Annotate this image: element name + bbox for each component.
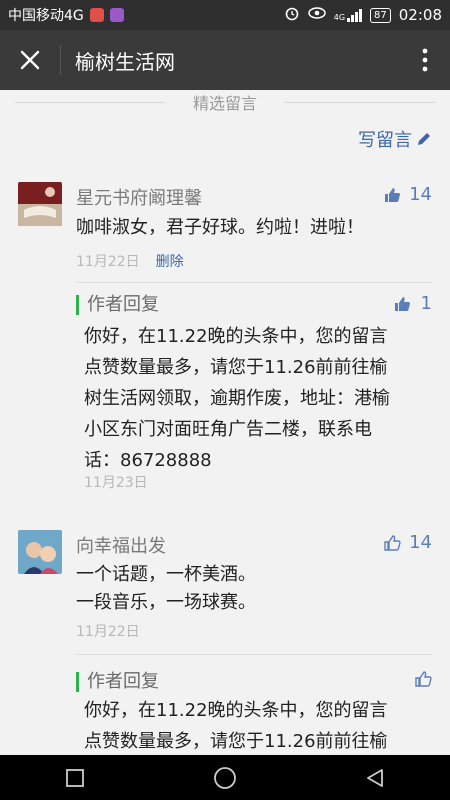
- signal-icon: 4G: [334, 8, 363, 22]
- like-count: 14: [409, 532, 432, 553]
- reply-date: 11月23日: [84, 475, 148, 491]
- like-button[interactable]: 14: [383, 184, 432, 205]
- thumbs-up-outline-icon: [384, 534, 401, 551]
- close-button[interactable]: [0, 30, 60, 90]
- comment-author: 星元书府阚理馨: [76, 188, 202, 209]
- pencil-icon: [418, 133, 430, 145]
- reply-line: 小区东门对面旺角广告二楼，联系电: [84, 419, 372, 440]
- reply-meta: 11月23日: [84, 472, 148, 492]
- section-title: 精选留言: [0, 90, 450, 113]
- write-comment-button[interactable]: 写留言: [358, 126, 432, 152]
- battery-icon: 87: [370, 7, 391, 23]
- thumbs-up-icon: [385, 187, 401, 202]
- author-reply-label: 作者回复: [76, 672, 159, 692]
- write-comment-label: 写留言: [358, 130, 412, 151]
- comment-author: 向幸福出发: [76, 536, 166, 557]
- reply-text: 你好，在11.22晚的头条中，您的留言 点赞数量最多，请您于11.26前前往榆 …: [84, 321, 418, 476]
- status-bar: 中国移动4G 4G 87 02:08: [0, 0, 450, 30]
- app-notification-icon: [89, 8, 104, 22]
- eye-icon: [307, 6, 326, 24]
- thumbs-up-icon: [394, 296, 410, 311]
- more-vertical-icon: [422, 48, 428, 72]
- reply-like-button[interactable]: 1: [393, 293, 432, 314]
- like-button[interactable]: 14: [383, 532, 432, 553]
- home-button[interactable]: [211, 764, 239, 792]
- system-nav-bar: [0, 755, 450, 800]
- reply-line: 树生活网领取，逾期作废，地址：港榆: [84, 388, 390, 409]
- avatar[interactable]: [18, 182, 62, 226]
- appbar-divider: [60, 45, 61, 75]
- close-icon: [20, 50, 40, 70]
- divider: [76, 282, 432, 283]
- reply-like-count: 1: [420, 293, 432, 314]
- comments-view[interactable]: 精选留言 写留言 星元书府阚理馨 14 咖啡淑女，君子好球。约啦！进啦！ 11月…: [0, 90, 450, 755]
- circle-icon: [214, 766, 236, 789]
- thumbs-up-outline-icon: [415, 671, 432, 687]
- author-reply-label: 作者回复: [76, 295, 159, 315]
- triangle-back-icon: [367, 768, 383, 787]
- alarm-icon: [284, 5, 300, 25]
- comment-date: 11月22日: [76, 624, 140, 640]
- reply-line: 点赞数量最多，请您于11.26前前往榆: [84, 731, 388, 752]
- reply-like-button[interactable]: [414, 670, 432, 688]
- square-icon: [66, 768, 84, 787]
- more-button[interactable]: [400, 30, 450, 90]
- app-bar: 榆树生活网: [0, 30, 450, 90]
- comment-text: 咖啡淑女，君子好球。约啦！进啦！: [76, 217, 364, 238]
- comment-line: 一段音乐，一场球赛。: [76, 592, 256, 613]
- reply-line: 你好，在11.22晚的头条中，您的留言: [84, 326, 388, 347]
- like-count: 14: [409, 184, 432, 205]
- reply-line: 你好，在11.22晚的头条中，您的留言: [84, 700, 388, 721]
- carrier-label: 中国移动4G: [8, 8, 84, 24]
- reply-line: 点赞数量最多，请您于11.26前前往榆: [84, 357, 388, 378]
- gallery-notification-icon: [109, 8, 124, 22]
- back-button[interactable]: [361, 764, 389, 792]
- clock: 02:08: [398, 6, 442, 24]
- divider: [76, 654, 432, 655]
- avatar[interactable]: [18, 530, 62, 574]
- comment-date: 11月22日: [76, 254, 140, 270]
- page-title: 榆树生活网: [75, 49, 175, 74]
- comment-meta: 11月22日: [76, 621, 140, 641]
- comment-meta: 11月22日 删除: [76, 251, 184, 271]
- delete-link[interactable]: 删除: [156, 251, 184, 271]
- comment-line: 一个话题，一杯美酒。: [76, 564, 256, 585]
- recent-apps-button[interactable]: [61, 764, 89, 792]
- reply-text: 你好，在11.22晚的头条中，您的留言 点赞数量最多，请您于11.26前前往榆: [84, 695, 418, 755]
- comment-text: 一个话题，一杯美酒。 一段音乐，一场球赛。: [76, 561, 432, 617]
